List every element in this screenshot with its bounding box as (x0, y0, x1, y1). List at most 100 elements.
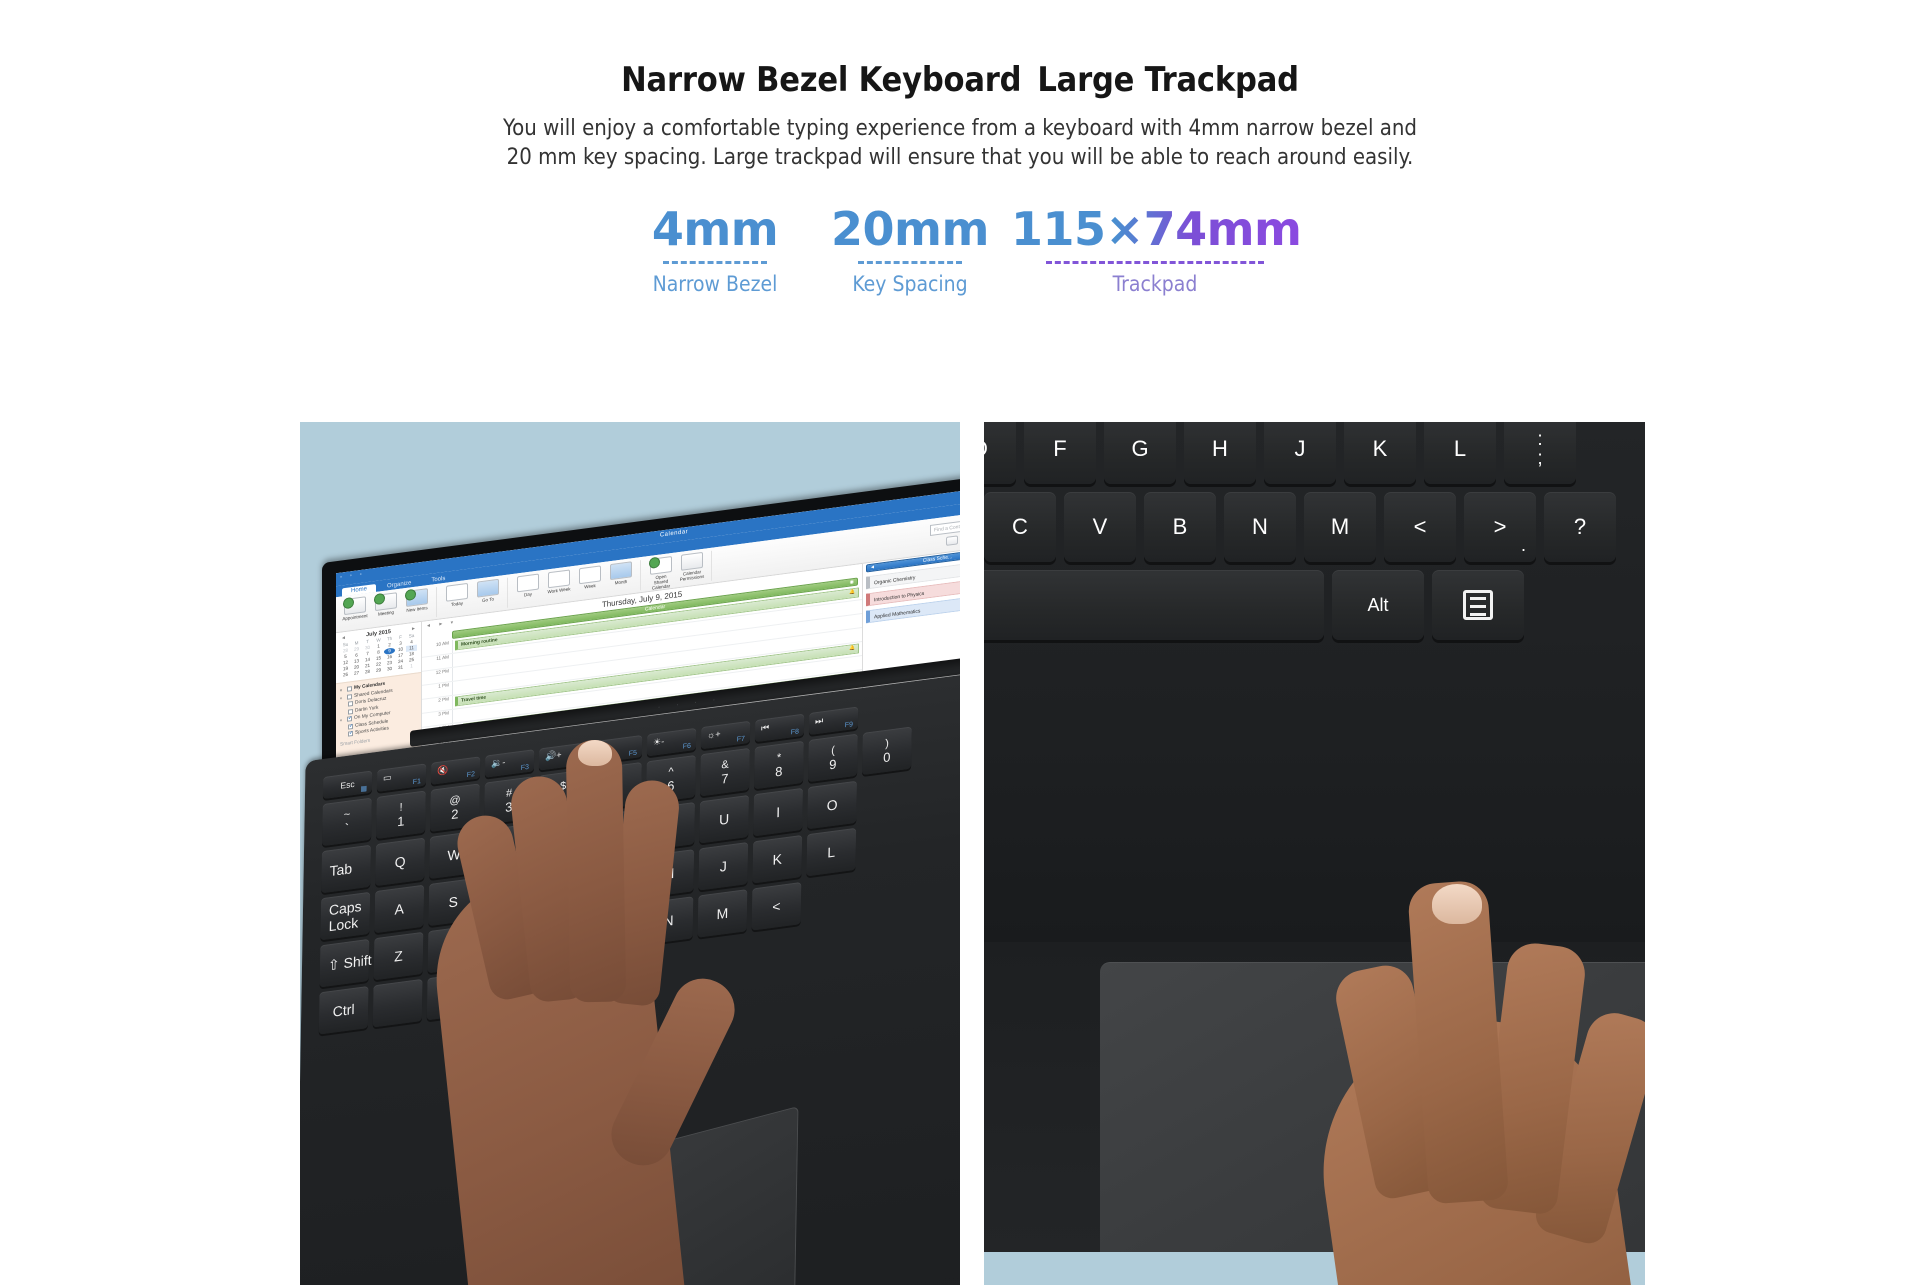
key-j[interactable]: J (1264, 422, 1336, 484)
key-f8[interactable]: ⏮ F8 (754, 713, 805, 743)
find-contact-input[interactable]: Find a Contact (930, 515, 960, 537)
key-1[interactable]: ! 1 (376, 790, 426, 840)
key-n[interactable]: N (643, 896, 694, 945)
key-ctrl[interactable]: Ctrl (318, 986, 369, 1035)
key-z[interactable]: Z (373, 931, 424, 981)
key-v[interactable]: V (1064, 492, 1136, 562)
key-a[interactable]: A (374, 884, 425, 934)
key-d[interactable]: D (984, 422, 1016, 484)
key-w[interactable]: W (429, 830, 479, 880)
key-c[interactable]: C (984, 492, 1056, 562)
key-b[interactable]: B (589, 903, 640, 952)
key-o[interactable]: O (807, 780, 857, 830)
key-c[interactable]: C (481, 917, 532, 967)
key-k[interactable]: K (1344, 422, 1416, 484)
key-i[interactable]: I (753, 787, 803, 837)
key-k[interactable]: K (752, 834, 803, 884)
key-t[interactable]: T (591, 809, 641, 858)
trackpad-left-photo[interactable] (484, 1106, 799, 1285)
day-cell[interactable]: 1 (406, 663, 417, 670)
key-backtick[interactable]: ~ ` (322, 797, 372, 847)
key-u[interactable]: U (699, 794, 749, 844)
key-q[interactable]: Q (375, 837, 425, 887)
key-alt[interactable]: Alt (426, 971, 477, 1021)
key-r[interactable]: R (537, 816, 587, 865)
day-cell[interactable]: 31 (395, 664, 406, 671)
day-nav-arrows[interactable]: ◄ ► ▾ (426, 619, 456, 629)
key-s[interactable]: S (428, 877, 479, 927)
key-g[interactable]: G (1104, 422, 1176, 484)
ribbon-button-today[interactable]: Today (444, 582, 470, 608)
key-f5[interactable]: F5 (592, 734, 643, 764)
key-f6[interactable]: ☀- F6 (646, 727, 697, 757)
ribbon-button-calendar-permissions[interactable]: Calendar Permissions (679, 551, 705, 582)
calendar-checkbox[interactable] (347, 716, 352, 723)
key-n[interactable]: N (1224, 492, 1296, 562)
key-6[interactable]: ^ 6 (646, 754, 696, 804)
key-f7[interactable]: ☼+ F7 (700, 720, 751, 750)
key-m[interactable]: M (697, 889, 748, 938)
next-month-arrow[interactable]: ► (411, 626, 416, 633)
key-v[interactable]: V (535, 910, 586, 960)
ribbon-button-work-week[interactable]: Work Week (546, 568, 572, 595)
key-y[interactable]: Y (645, 802, 695, 851)
ribbon-button-meeting[interactable]: Meeting (373, 591, 399, 617)
key-j[interactable]: J (698, 842, 749, 891)
back-arrow-icon[interactable]: ◄ (870, 564, 875, 571)
key-f1[interactable]: ▭ F1 (376, 763, 427, 792)
key-tab[interactable]: Tab (321, 844, 371, 894)
key-f[interactable]: F (1024, 422, 1096, 484)
key-9[interactable]: (9 (808, 733, 858, 783)
key-space[interactable] (984, 570, 1324, 640)
key-0[interactable]: ) 0 (862, 726, 912, 776)
ribbon-button-open-shared-calendar[interactable]: Open Shared Calendar (648, 555, 674, 591)
ribbon-button-week[interactable]: Week (577, 564, 603, 591)
key-8[interactable]: * 8 (754, 740, 804, 790)
key-g[interactable]: G (590, 856, 641, 905)
ribbon-button-month[interactable]: Month (608, 560, 634, 587)
key-alt[interactable]: Alt (1332, 570, 1424, 640)
prev-month-arrow[interactable]: ◄ (341, 635, 346, 642)
calendar-checkbox[interactable] (348, 723, 353, 730)
key-slash[interactable]: ? (1544, 492, 1616, 562)
key-3[interactable]: #3 (484, 776, 534, 825)
key-2[interactable]: @2 (430, 783, 480, 832)
key-h[interactable]: H (1184, 422, 1256, 484)
key-space[interactable] (372, 978, 423, 1028)
key-x[interactable]: X (427, 924, 478, 974)
day-cell[interactable]: 30 (384, 665, 395, 672)
day-cell[interactable]: 28 (362, 668, 373, 675)
key-esc[interactable]: Esc ▦ (322, 770, 373, 800)
ribbon-button-new-items[interactable]: New Items (404, 587, 430, 613)
day-cell[interactable]: 29 (373, 667, 384, 674)
eye-icon[interactable]: ◉ (850, 579, 854, 586)
trackpad-large[interactable] (1100, 962, 1645, 1285)
key-5[interactable]: % 5 (592, 762, 642, 811)
calendar-checkbox[interactable] (348, 731, 353, 737)
ribbon-button-goto[interactable]: Go To (475, 578, 501, 604)
key-h[interactable]: H (644, 849, 695, 898)
key-caps-lock[interactable]: Caps Lock (320, 891, 371, 941)
key-4[interactable]: $4 (538, 769, 588, 818)
key-f4[interactable]: 🔊+ F4 (538, 742, 589, 771)
key-l[interactable]: L (1424, 422, 1496, 484)
key-period[interactable]: > (1464, 492, 1536, 562)
key-f3[interactable]: 🔉- F3 (484, 749, 535, 778)
day-cell[interactable]: 26 (340, 671, 351, 678)
key-f2[interactable]: 🔇 F2 (430, 756, 481, 785)
key-7[interactable]: & 7 (700, 747, 750, 797)
key-b[interactable]: B (1144, 492, 1216, 562)
key-shift[interactable]: ⇧ Shift (319, 938, 372, 988)
ribbon-button-day[interactable]: Day (515, 573, 541, 599)
key-f9[interactable]: ⏭ F9 (808, 706, 859, 736)
key-f[interactable]: F (536, 863, 587, 912)
day-cell[interactable]: 27 (351, 670, 362, 677)
key-comma[interactable]: < (751, 882, 802, 931)
key-d[interactable]: D (482, 870, 533, 920)
key-menu[interactable] (1432, 570, 1524, 640)
key-m[interactable]: M (1304, 492, 1376, 562)
key-semicolon[interactable]: : ; (1504, 422, 1576, 484)
ribbon-button-appointment[interactable]: Appointment (342, 595, 368, 622)
key-e[interactable]: E (483, 823, 533, 872)
key-comma[interactable]: < (1384, 492, 1456, 562)
